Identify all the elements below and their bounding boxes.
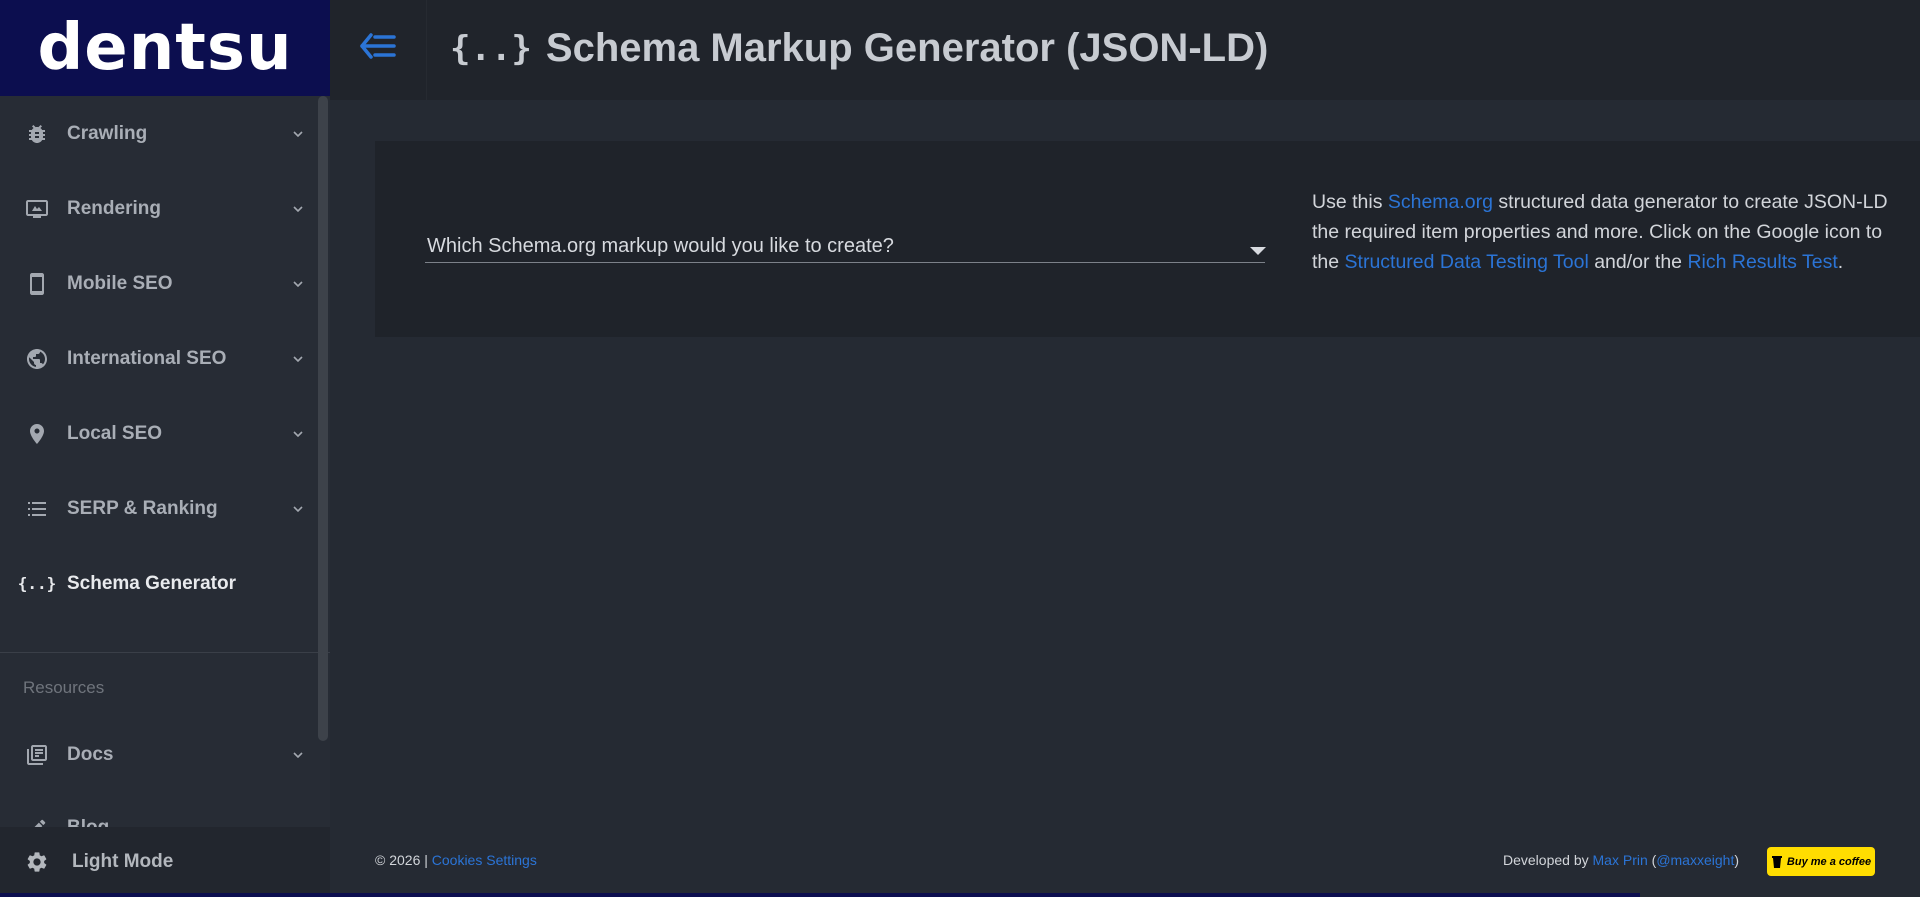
description-line-2: the required item properties and more. C… (1312, 221, 1883, 243)
globe-icon (24, 346, 50, 372)
phone-icon (24, 271, 50, 297)
sidebar-item-mobile-seo[interactable]: Mobile SEO (0, 246, 318, 321)
chevron-down-icon (293, 279, 303, 289)
sidebar-item-label: International SEO (67, 347, 227, 369)
logo-text: dentsu (37, 11, 293, 85)
sidebar-item-serp-ranking[interactable]: SERP & Ranking (0, 471, 318, 546)
braces-icon: {..} (17, 574, 57, 593)
chevron-down-icon (293, 354, 303, 364)
map-pin-icon (24, 421, 50, 447)
sidebar-item-crawling[interactable]: Crawling (0, 96, 318, 171)
copyright-text: © 2026 | (375, 852, 432, 868)
bug-icon (24, 121, 50, 147)
structured-data-testing-tool-link[interactable]: Structured Data Testing Tool (1345, 251, 1589, 273)
select-placeholder: Which Schema.org markup would you like t… (427, 235, 894, 257)
sidebar: dentsu Crawling Rendering Mobile SEO Int… (0, 0, 330, 897)
schema-generator-card: Which Schema.org markup would you like t… (375, 141, 1920, 337)
sidebar-item-label: Local SEO (67, 422, 163, 444)
chevron-down-icon (293, 204, 303, 214)
dentsu-logo[interactable]: dentsu (0, 0, 330, 96)
buy-me-a-coffee-button[interactable]: Buy me a coffee (1767, 847, 1875, 876)
monitor-icon (24, 196, 50, 222)
description-line-3: the Structured Data Testing Tool and/or … (1312, 247, 1920, 277)
sidebar-divider (0, 652, 330, 653)
bottom-accent-bar (0, 893, 1640, 897)
braces-icon: {..} (450, 28, 532, 69)
coffee-cup-icon (1771, 855, 1782, 868)
description-text: and/or the (1588, 251, 1688, 273)
rich-results-test-link[interactable]: Rich Results Test (1687, 251, 1837, 273)
page-title: {..} Schema Markup Generator (JSON-LD) (450, 26, 1268, 71)
sidebar-item-docs[interactable]: Docs (0, 717, 318, 792)
author-link[interactable]: Max Prin (1593, 852, 1648, 868)
list-icon (24, 496, 50, 522)
footer-right: Developed by Max Prin (@maxxeight) (1503, 852, 1739, 868)
sidebar-item-label: Crawling (67, 122, 148, 144)
header-separator (426, 0, 427, 100)
description-text: . (1837, 251, 1844, 273)
twitter-handle-link[interactable]: @maxxeight (1656, 852, 1734, 868)
sidebar-item-rendering[interactable]: Rendering (0, 171, 318, 246)
sidebar-item-label: Schema Generator (67, 572, 236, 594)
sidebar-item-label: Mobile SEO (67, 272, 173, 294)
paren-close: ) (1734, 852, 1740, 868)
coffee-label: Buy me a coffee (1786, 855, 1872, 868)
chevron-down-icon (293, 429, 303, 439)
cookies-settings-link[interactable]: Cookies Settings (432, 852, 537, 868)
schema-type-select[interactable]: Which Schema.org markup would you like t… (425, 207, 1266, 263)
top-header: {..} Schema Markup Generator (JSON-LD) (330, 0, 1920, 100)
description-text: Use this (1312, 191, 1388, 213)
description-line-1: Use this Schema.org structured data gene… (1312, 187, 1920, 217)
sidebar-item-label: Docs (67, 743, 114, 765)
menu-collapse-icon (359, 32, 397, 65)
developed-by-text: Developed by (1503, 852, 1593, 868)
page-title-text: Schema Markup Generator (JSON-LD) (545, 26, 1269, 70)
description-text: structured data generator to create JSON… (1493, 191, 1888, 213)
description: Use this Schema.org structured data gene… (1312, 187, 1920, 277)
sidebar-collapse-button[interactable] (330, 0, 426, 96)
docs-icon (24, 742, 50, 768)
sidebar-item-label: Rendering (67, 197, 161, 219)
gear-icon (24, 849, 50, 875)
chevron-down-icon (293, 504, 303, 514)
sidebar-item-schema-generator[interactable]: {..} Schema Generator (0, 546, 318, 621)
chevron-down-icon (293, 129, 303, 139)
sidebar-item-international-seo[interactable]: International SEO (0, 321, 318, 396)
sidebar-item-local-seo[interactable]: Local SEO (0, 396, 318, 471)
schema-org-link[interactable]: Schema.org (1388, 191, 1493, 213)
sidebar-item-label: SERP & Ranking (67, 497, 218, 519)
sidebar-scrollbar[interactable] (318, 96, 328, 741)
footer-left: © 2026 | Cookies Settings (375, 852, 537, 868)
resources-heading: Resources (23, 678, 105, 697)
description-text: the (1312, 251, 1345, 273)
caret-down-icon (1250, 247, 1266, 255)
light-mode-toggle[interactable]: Light Mode (0, 827, 330, 897)
light-mode-label: Light Mode (72, 851, 174, 872)
chevron-down-icon (293, 750, 303, 760)
